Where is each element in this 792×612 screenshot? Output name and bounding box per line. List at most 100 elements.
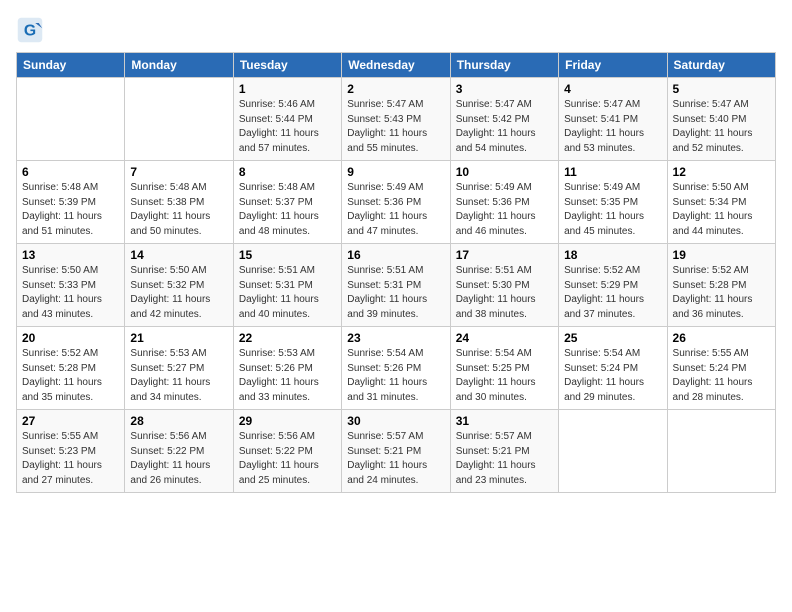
day-info: Sunrise: 5:57 AM Sunset: 5:21 PM Dayligh… (456, 430, 553, 488)
day-info: Sunrise: 5:48 AM Sunset: 5:37 PM Dayligh… (239, 181, 336, 239)
calendar-cell: 14 Sunrise: 5:50 AM Sunset: 5:32 PM Dayli… (125, 244, 233, 327)
calendar-cell: 6 Sunrise: 5:48 AM Sunset: 5:39 PM Daylig… (17, 161, 125, 244)
day-number: 23 (347, 331, 444, 345)
calendar-cell (667, 410, 775, 493)
day-number: 15 (239, 248, 336, 262)
weekday-header-friday: Friday (559, 53, 667, 78)
day-info: Sunrise: 5:53 AM Sunset: 5:26 PM Dayligh… (239, 347, 336, 405)
calendar-week-5: 27Sunrise: 5:55 AM Sunset: 5:23 PM Dayli… (17, 410, 776, 493)
calendar-cell: 12 Sunrise: 5:50 AM Sunset: 5:34 PM Dayli… (667, 161, 775, 244)
day-number: 25 (564, 331, 661, 345)
day-info: Sunrise: 5:50 AM Sunset: 5:33 PM Dayligh… (22, 264, 119, 322)
calendar-cell: 16Sunrise: 5:51 AM Sunset: 5:31 PM Dayli… (342, 244, 450, 327)
calendar-cell: 7 Sunrise: 5:48 AM Sunset: 5:38 PM Daylig… (125, 161, 233, 244)
day-number: 3 (456, 82, 553, 96)
day-info: Sunrise: 5:46 AM Sunset: 5:44 PM Dayligh… (239, 98, 336, 156)
day-info: Sunrise: 5:48 AM Sunset: 5:38 PM Dayligh… (130, 181, 227, 239)
weekday-header-saturday: Saturday (667, 53, 775, 78)
day-info: Sunrise: 5:54 AM Sunset: 5:26 PM Dayligh… (347, 347, 444, 405)
calendar-header: SundayMondayTuesdayWednesdayThursdayFrid… (17, 53, 776, 78)
day-number: 27 (22, 414, 119, 428)
calendar-cell: 31 Sunrise: 5:57 AM Sunset: 5:21 PM Dayli… (450, 410, 558, 493)
day-number: 30 (347, 414, 444, 428)
day-info: Sunrise: 5:51 AM Sunset: 5:30 PM Dayligh… (456, 264, 553, 322)
day-number: 5 (673, 82, 770, 96)
day-number: 12 (673, 165, 770, 179)
day-number: 22 (239, 331, 336, 345)
calendar-cell: 11 Sunrise: 5:49 AM Sunset: 5:35 PM Dayli… (559, 161, 667, 244)
day-number: 8 (239, 165, 336, 179)
calendar-cell: 15 Sunrise: 5:51 AM Sunset: 5:31 PM Dayli… (233, 244, 341, 327)
calendar-cell: 1Sunrise: 5:46 AM Sunset: 5:44 PM Daylig… (233, 78, 341, 161)
day-number: 29 (239, 414, 336, 428)
day-number: 20 (22, 331, 119, 345)
calendar-cell: 19Sunrise: 5:52 AM Sunset: 5:28 PM Dayli… (667, 244, 775, 327)
calendar-cell: 9Sunrise: 5:49 AM Sunset: 5:36 PM Daylig… (342, 161, 450, 244)
calendar-cell (559, 410, 667, 493)
calendar-week-1: 1Sunrise: 5:46 AM Sunset: 5:44 PM Daylig… (17, 78, 776, 161)
calendar-table: SundayMondayTuesdayWednesdayThursdayFrid… (16, 52, 776, 493)
day-number: 9 (347, 165, 444, 179)
logo: G (16, 16, 48, 44)
day-info: Sunrise: 5:53 AM Sunset: 5:27 PM Dayligh… (130, 347, 227, 405)
day-info: Sunrise: 5:52 AM Sunset: 5:29 PM Dayligh… (564, 264, 661, 322)
day-info: Sunrise: 5:47 AM Sunset: 5:43 PM Dayligh… (347, 98, 444, 156)
day-number: 31 (456, 414, 553, 428)
calendar-cell: 4 Sunrise: 5:47 AM Sunset: 5:41 PM Daylig… (559, 78, 667, 161)
day-number: 2 (347, 82, 444, 96)
svg-text:G: G (24, 22, 36, 39)
day-info: Sunrise: 5:47 AM Sunset: 5:42 PM Dayligh… (456, 98, 553, 156)
day-info: Sunrise: 5:48 AM Sunset: 5:39 PM Dayligh… (22, 181, 119, 239)
calendar-cell: 29 Sunrise: 5:56 AM Sunset: 5:22 PM Dayli… (233, 410, 341, 493)
day-number: 17 (456, 248, 553, 262)
weekday-header-tuesday: Tuesday (233, 53, 341, 78)
day-number: 4 (564, 82, 661, 96)
day-info: Sunrise: 5:50 AM Sunset: 5:34 PM Dayligh… (673, 181, 770, 239)
page-header: G (16, 16, 776, 44)
weekday-header-wednesday: Wednesday (342, 53, 450, 78)
calendar-week-3: 13 Sunrise: 5:50 AM Sunset: 5:33 PM Dayli… (17, 244, 776, 327)
calendar-cell: 20 Sunrise: 5:52 AM Sunset: 5:28 PM Dayli… (17, 327, 125, 410)
day-info: Sunrise: 5:47 AM Sunset: 5:41 PM Dayligh… (564, 98, 661, 156)
day-info: Sunrise: 5:57 AM Sunset: 5:21 PM Dayligh… (347, 430, 444, 488)
day-info: Sunrise: 5:50 AM Sunset: 5:32 PM Dayligh… (130, 264, 227, 322)
day-number: 14 (130, 248, 227, 262)
calendar-week-2: 6 Sunrise: 5:48 AM Sunset: 5:39 PM Daylig… (17, 161, 776, 244)
calendar-cell: 13 Sunrise: 5:50 AM Sunset: 5:33 PM Dayli… (17, 244, 125, 327)
calendar-cell: 21 Sunrise: 5:53 AM Sunset: 5:27 PM Dayli… (125, 327, 233, 410)
calendar-cell: 2 Sunrise: 5:47 AM Sunset: 5:43 PM Daylig… (342, 78, 450, 161)
day-info: Sunrise: 5:52 AM Sunset: 5:28 PM Dayligh… (22, 347, 119, 405)
day-number: 6 (22, 165, 119, 179)
weekday-header-monday: Monday (125, 53, 233, 78)
calendar-body: 1Sunrise: 5:46 AM Sunset: 5:44 PM Daylig… (17, 78, 776, 493)
day-number: 19 (673, 248, 770, 262)
weekday-header-sunday: Sunday (17, 53, 125, 78)
day-number: 26 (673, 331, 770, 345)
calendar-cell: 18 Sunrise: 5:52 AM Sunset: 5:29 PM Dayli… (559, 244, 667, 327)
day-info: Sunrise: 5:56 AM Sunset: 5:22 PM Dayligh… (130, 430, 227, 488)
day-info: Sunrise: 5:49 AM Sunset: 5:35 PM Dayligh… (564, 181, 661, 239)
calendar-cell: 17 Sunrise: 5:51 AM Sunset: 5:30 PM Dayli… (450, 244, 558, 327)
day-number: 11 (564, 165, 661, 179)
day-number: 10 (456, 165, 553, 179)
calendar-cell: 28 Sunrise: 5:56 AM Sunset: 5:22 PM Dayli… (125, 410, 233, 493)
day-number: 13 (22, 248, 119, 262)
day-info: Sunrise: 5:54 AM Sunset: 5:24 PM Dayligh… (564, 347, 661, 405)
calendar-cell: 27Sunrise: 5:55 AM Sunset: 5:23 PM Dayli… (17, 410, 125, 493)
day-number: 28 (130, 414, 227, 428)
day-number: 21 (130, 331, 227, 345)
calendar-cell (125, 78, 233, 161)
logo-icon: G (16, 16, 44, 44)
calendar-cell (17, 78, 125, 161)
day-number: 16 (347, 248, 444, 262)
weekday-header-thursday: Thursday (450, 53, 558, 78)
day-info: Sunrise: 5:51 AM Sunset: 5:31 PM Dayligh… (239, 264, 336, 322)
calendar-cell: 5Sunrise: 5:47 AM Sunset: 5:40 PM Daylig… (667, 78, 775, 161)
day-info: Sunrise: 5:56 AM Sunset: 5:22 PM Dayligh… (239, 430, 336, 488)
calendar-cell: 30 Sunrise: 5:57 AM Sunset: 5:21 PM Dayli… (342, 410, 450, 493)
calendar-cell: 26Sunrise: 5:55 AM Sunset: 5:24 PM Dayli… (667, 327, 775, 410)
day-number: 7 (130, 165, 227, 179)
calendar-cell: 24Sunrise: 5:54 AM Sunset: 5:25 PM Dayli… (450, 327, 558, 410)
calendar-cell: 25 Sunrise: 5:54 AM Sunset: 5:24 PM Dayli… (559, 327, 667, 410)
day-number: 18 (564, 248, 661, 262)
